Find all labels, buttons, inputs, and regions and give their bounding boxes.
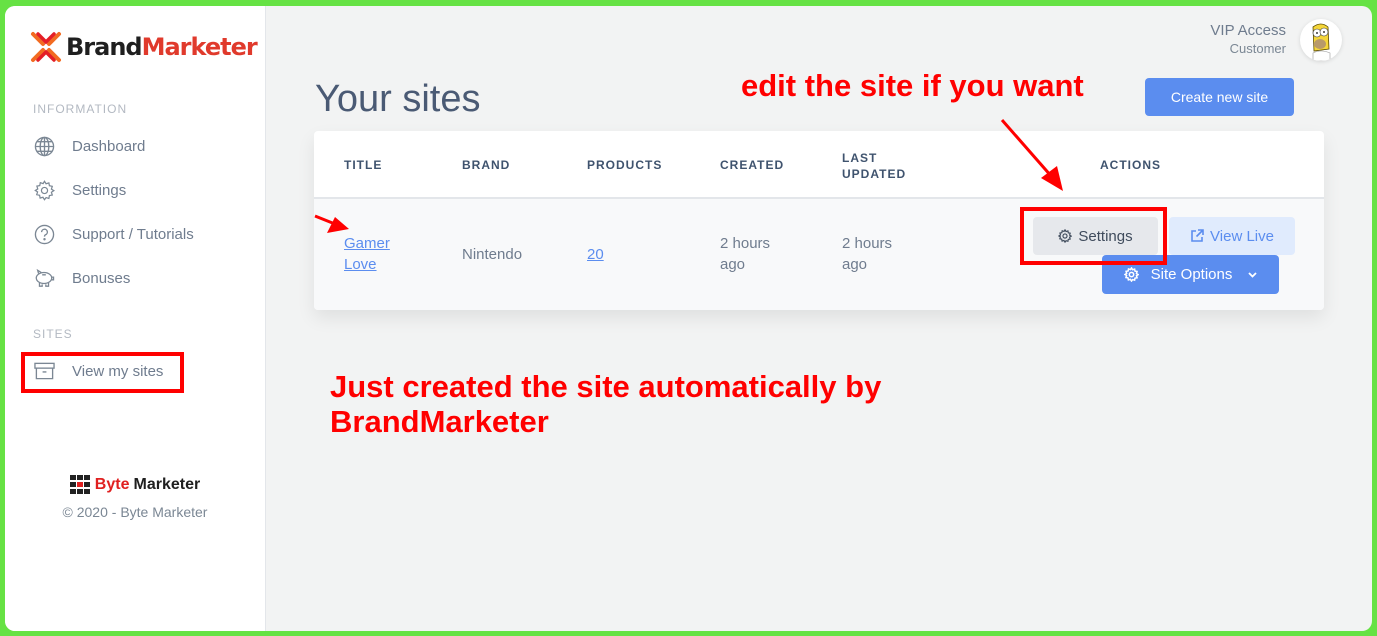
sidebar-item-label: Bonuses (72, 269, 131, 287)
annotation-highlight-view-my-sites (21, 352, 184, 393)
homer-avatar-icon (1312, 23, 1331, 61)
table-header: TITLE BRAND PRODUCTS CREATED LAST UPDATE… (314, 131, 1324, 199)
sidebar-item-bonuses[interactable]: Bonuses (33, 266, 130, 290)
user-name: VIP Access (1210, 22, 1286, 39)
avatar[interactable] (1300, 19, 1342, 61)
page-title: Your sites (315, 78, 481, 120)
site-created: 2 hours ago (720, 235, 771, 273)
external-link-icon (1190, 229, 1204, 243)
view-live-button[interactable]: View Live (1169, 217, 1295, 255)
gear-icon (1123, 267, 1139, 282)
byte-marketer-logo: Byte Marketer (69, 475, 200, 495)
annotation-edit-site: edit the site if you want (741, 68, 1084, 103)
question-circle-icon (33, 223, 55, 245)
annotation-site-created: Just created the site automatically by B… (330, 369, 882, 439)
column-header-brand[interactable]: BRAND (462, 158, 510, 172)
globe-icon (33, 135, 55, 157)
column-header-actions: ACTIONS (1100, 158, 1161, 172)
brand-name: BrandMarketer (66, 33, 258, 61)
copyright-text: © 2020 - Byte Marketer (62, 504, 208, 520)
user-role: Customer (1229, 41, 1286, 56)
site-last-updated: 2 hours ago (842, 235, 893, 273)
column-header-products[interactable]: PRODUCTS (587, 158, 662, 172)
gear-icon (33, 179, 55, 201)
sidebar-item-support[interactable]: Support / Tutorials (33, 222, 194, 246)
brandmarketer-logo-icon (31, 32, 61, 62)
sidebar-item-dashboard[interactable]: Dashboard (33, 134, 145, 158)
sidebar-item-label: Settings (72, 181, 127, 199)
column-header-last-updated[interactable]: LAST UPDATED (842, 150, 906, 182)
sidebar-item-label: Dashboard (72, 137, 146, 155)
column-header-title[interactable]: TITLE (344, 158, 382, 172)
sites-table: TITLE BRAND PRODUCTS CREATED LAST UPDATE… (314, 131, 1324, 310)
sidebar-item-settings[interactable]: Settings (33, 178, 126, 202)
sidebar-footer: Byte Marketer © 2020 - Byte Marketer (5, 475, 265, 520)
site-title-link[interactable]: Gamer Love (344, 233, 390, 275)
byte-marketer-logo-icon (69, 475, 90, 494)
piggy-bank-icon (33, 267, 55, 289)
chevron-down-icon (1248, 269, 1257, 281)
section-label-sites: SITES (33, 327, 73, 341)
user-info[interactable]: VIP Access Customer (1210, 22, 1286, 56)
section-label-information: INFORMATION (33, 102, 128, 116)
brand-logo[interactable]: BrandMarketer (29, 30, 258, 64)
create-new-site-button[interactable]: Create new site (1145, 78, 1294, 116)
table-row: Gamer Love Nintendo 20 2 hours ago 2 hou… (314, 199, 1324, 310)
site-brand: Nintendo (462, 246, 523, 263)
sidebar-item-label: Support / Tutorials (72, 225, 194, 243)
annotation-highlight-settings (1020, 207, 1167, 265)
column-header-created[interactable]: CREATED (720, 158, 784, 172)
sidebar: BrandMarketer INFORMATION Dashboard Sett… (5, 6, 266, 631)
app-frame: BrandMarketer INFORMATION Dashboard Sett… (5, 6, 1372, 631)
site-products-link[interactable]: 20 (587, 244, 604, 265)
